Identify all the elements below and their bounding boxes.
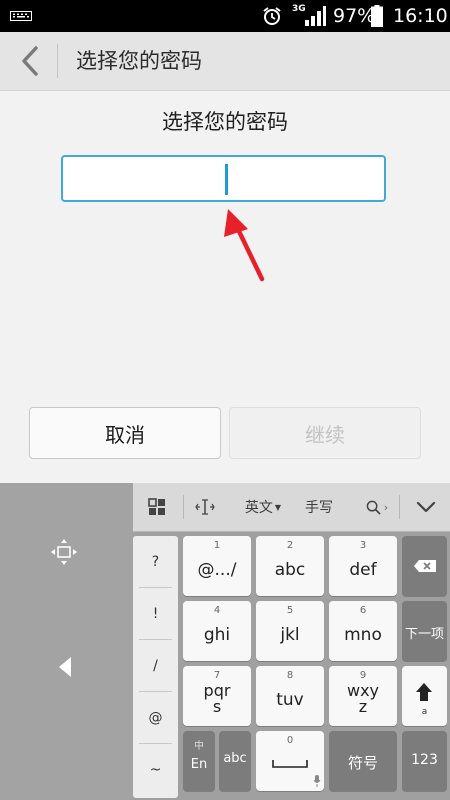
number-mode-key[interactable]: 123 xyxy=(402,731,447,791)
symbol-key-question[interactable]: ? xyxy=(133,536,178,587)
key-label: z xyxy=(358,697,368,716)
shift-key[interactable]: a xyxy=(402,666,447,726)
handwrite-button[interactable]: 手写 xyxy=(297,483,341,531)
backspace-key[interactable] xyxy=(402,536,447,596)
shift-up-icon xyxy=(416,683,432,701)
key-label: mno xyxy=(344,625,382,645)
key-0-space[interactable]: 0 xyxy=(256,731,324,791)
status-bar: 3G 97% 16:10 xyxy=(0,0,450,32)
key-number: 4 xyxy=(213,605,221,616)
key-label: abc xyxy=(223,751,247,766)
mic-icon xyxy=(313,775,321,787)
key-number: 7 xyxy=(213,670,221,681)
chevron-right-icon: › xyxy=(383,500,389,514)
symbol-key[interactable]: 符号 xyxy=(329,731,397,791)
grid-icon xyxy=(148,498,165,515)
clock: 16:10 xyxy=(393,5,448,27)
symbol-key-exclaim[interactable]: ! xyxy=(133,588,178,639)
key-4[interactable]: 4 ghi xyxy=(183,601,251,661)
language-select[interactable]: 英文 ▼ xyxy=(237,483,289,531)
key-number: 0 xyxy=(286,735,294,746)
cancel-button[interactable]: 取消 xyxy=(29,407,221,459)
key-number: 3 xyxy=(359,540,367,551)
keyboard-icon xyxy=(10,11,32,21)
text-caret xyxy=(225,164,228,195)
key-5[interactable]: 5 jkl xyxy=(256,601,324,661)
symbol-column: ? ! / @ ~ xyxy=(133,536,178,798)
password-input[interactable] xyxy=(61,155,386,202)
battery-percent: 97% xyxy=(333,5,376,27)
key-number: 5 xyxy=(286,605,294,616)
abc-key[interactable]: abc xyxy=(219,731,251,791)
alarm-icon xyxy=(263,7,281,25)
cursor-move-icon xyxy=(195,499,215,515)
key-label: def xyxy=(349,560,377,580)
cursor-left-icon[interactable] xyxy=(57,656,73,678)
toolbar-separator xyxy=(399,495,400,519)
back-arrow-icon xyxy=(22,46,38,76)
red-arrow-annotation xyxy=(224,209,265,282)
lang-cn-label: 中 xyxy=(194,741,204,752)
key-label: 123 xyxy=(411,752,438,768)
collapse-keyboard-button[interactable] xyxy=(401,483,450,531)
lang-en-label: En xyxy=(190,757,208,772)
password-heading: 选择您的密码 xyxy=(162,110,288,134)
symbol-key-at[interactable]: @ xyxy=(133,692,178,743)
key-label: s xyxy=(212,697,222,716)
key-number: 2 xyxy=(286,540,294,551)
continue-button[interactable]: 继续 xyxy=(229,407,421,459)
key-number: 1 xyxy=(213,540,221,551)
grid-menu-button[interactable] xyxy=(133,483,181,531)
keyboard-side-panel xyxy=(0,483,133,800)
key-label: 符号 xyxy=(347,754,378,772)
key-label: 下一项 xyxy=(404,627,444,642)
next-item-key[interactable]: 下一项 xyxy=(402,601,447,661)
key-label: jkl xyxy=(280,625,300,645)
key-2[interactable]: 2 abc xyxy=(256,536,324,596)
cursor-move-button[interactable] xyxy=(185,483,225,531)
search-button[interactable]: › xyxy=(357,483,397,531)
page-title: 选择您的密码 xyxy=(76,49,202,73)
content-area: 选择您的密码 取消 继续 xyxy=(0,91,450,483)
key-1[interactable]: 1 @.../ xyxy=(183,536,251,596)
title-divider xyxy=(57,44,58,78)
move-keyboard-icon[interactable] xyxy=(50,538,78,566)
dropdown-icon: ▼ xyxy=(274,502,282,512)
key-number: 8 xyxy=(286,670,294,681)
language-label: 英文 xyxy=(244,500,273,516)
key-number: 9 xyxy=(359,670,367,681)
key-label: abc xyxy=(274,560,306,580)
chevron-down-icon xyxy=(416,501,435,513)
key-label: @.../ xyxy=(197,560,237,580)
title-bar: 选择您的密码 xyxy=(0,32,450,91)
symbol-key-tilde[interactable]: ~ xyxy=(133,744,178,795)
keyboard-keys: ? ! / @ ~ 1 @.../ 2 abc 3 def 4 ghi 5 jk… xyxy=(133,532,450,800)
key-number: 6 xyxy=(359,605,367,616)
shift-sub-label: a xyxy=(421,707,428,717)
keyboard: 英文 ▼ 手写 › ? ! / @ ~ 1 @.../ 2 abc 3 def … xyxy=(0,483,450,800)
battery-icon xyxy=(371,5,383,27)
search-icon xyxy=(366,500,381,515)
key-8[interactable]: 8 tuv xyxy=(256,666,324,726)
key-3[interactable]: 3 def xyxy=(329,536,397,596)
symbol-key-slash[interactable]: / xyxy=(133,640,178,691)
chinese-english-toggle[interactable]: 中 En xyxy=(183,731,215,791)
signal-icon xyxy=(305,6,326,26)
key-6[interactable]: 6 mno xyxy=(329,601,397,661)
backspace-icon xyxy=(414,560,436,572)
keyboard-toolbar: 英文 ▼ 手写 › xyxy=(133,483,450,532)
toolbar-separator xyxy=(183,495,184,519)
handwrite-label: 手写 xyxy=(305,500,333,516)
key-label: tuv xyxy=(276,690,304,710)
key-9[interactable]: 9 wxy z xyxy=(329,666,397,726)
back-button[interactable] xyxy=(12,42,48,80)
key-label: ghi xyxy=(203,625,231,645)
space-icon xyxy=(272,760,308,768)
key-7[interactable]: 7 pqr s xyxy=(183,666,251,726)
